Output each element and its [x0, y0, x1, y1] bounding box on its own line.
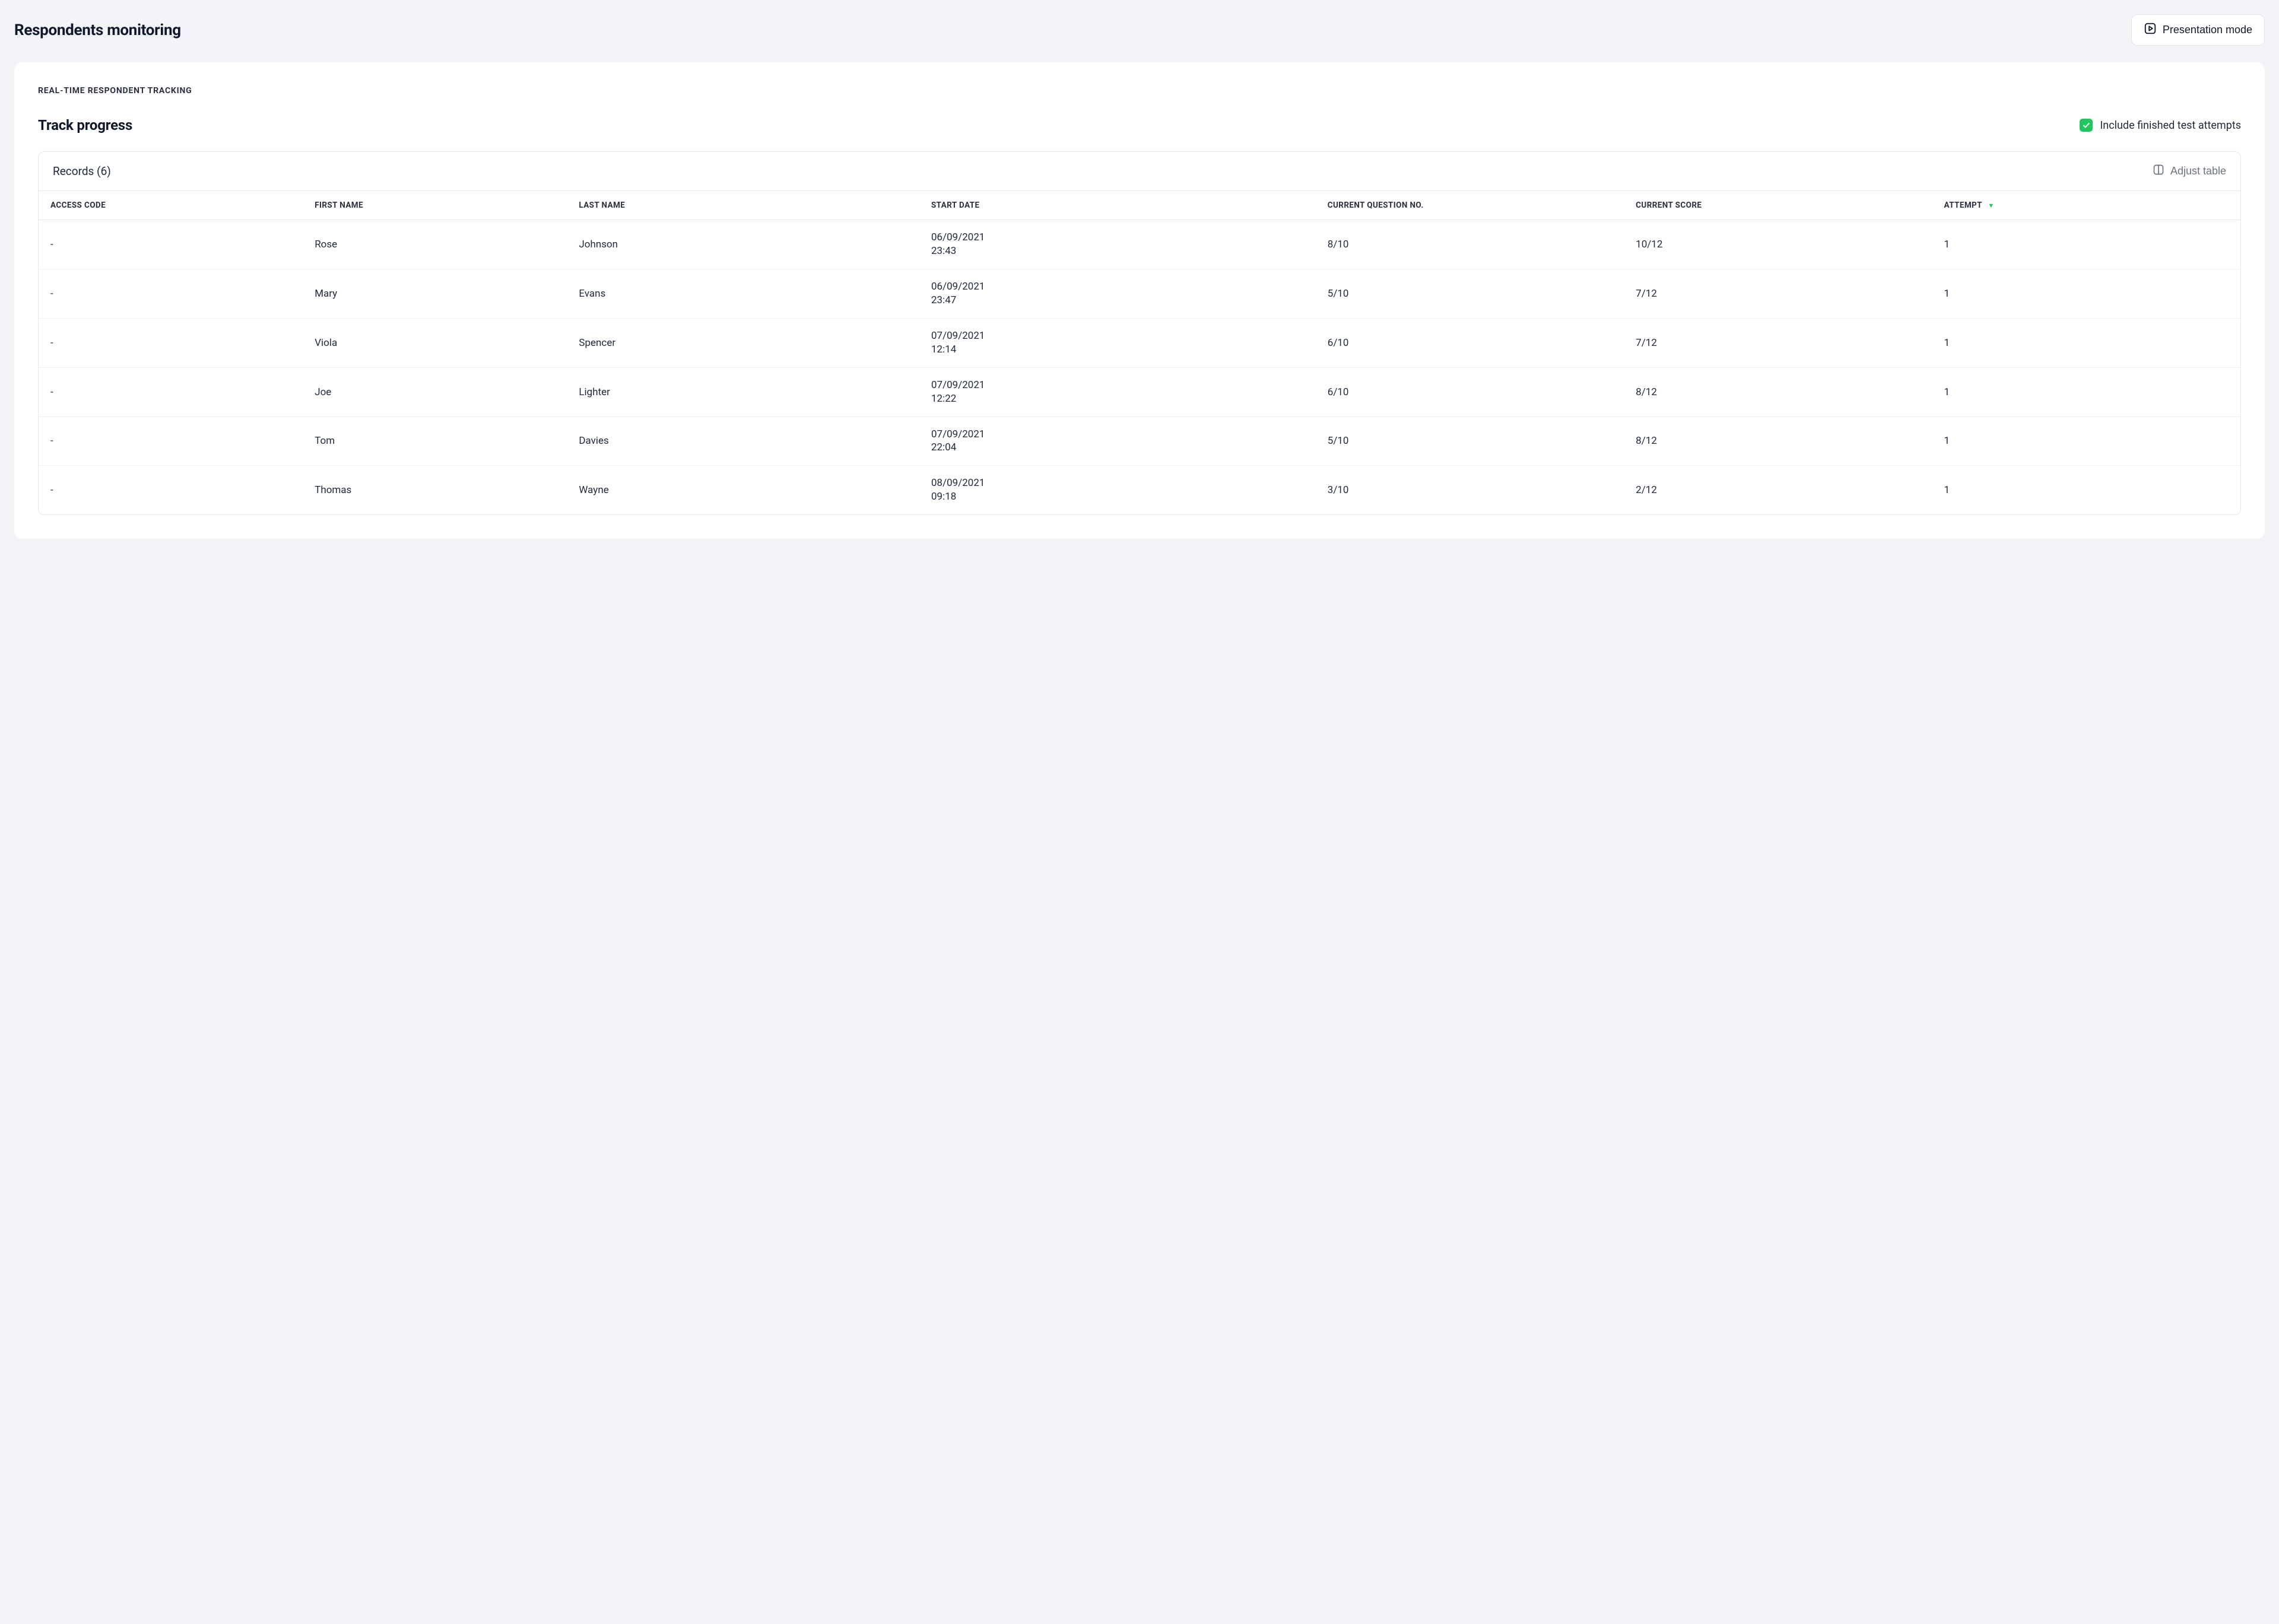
col-header-current-score[interactable]: CURRENT SCORE [1624, 191, 1932, 220]
cell-attempt: 1 [1932, 220, 2240, 269]
records-toolbar: Records (6) Adjust table [39, 152, 2240, 191]
cell-attempt: 1 [1932, 466, 2240, 514]
cell-current-score: 10/12 [1624, 220, 1932, 269]
cell-current-score: 2/12 [1624, 466, 1932, 514]
records-count: Records (6) [53, 164, 111, 178]
adjust-table-label: Adjust table [2170, 165, 2226, 177]
col-header-label: START DATE [931, 201, 980, 210]
tracking-card: REAL-TIME RESPONDENT TRACKING Track prog… [14, 62, 2265, 539]
adjust-table-button[interactable]: Adjust table [2153, 164, 2226, 179]
cell-current-question: 6/10 [1316, 318, 1624, 367]
col-header-current-question[interactable]: CURRENT QUESTION NO. [1316, 191, 1624, 220]
cell-last-name: Wayne [567, 466, 919, 514]
cell-attempt: 1 [1932, 269, 2240, 318]
col-header-label: CURRENT SCORE [1636, 201, 1702, 210]
cell-last-name: Johnson [567, 220, 919, 269]
table-row[interactable]: -MaryEvans06/09/2021 23:475/107/121 [39, 269, 2240, 318]
page-header: Respondents monitoring Presentation mode [14, 14, 2265, 46]
col-header-access-code[interactable]: ACCESS CODE [39, 191, 303, 220]
cell-current-score: 7/12 [1624, 318, 1932, 367]
cell-last-name: Davies [567, 417, 919, 466]
cell-start-date: 07/09/2021 22:04 [919, 417, 1316, 466]
col-header-first-name[interactable]: FIRST NAME [303, 191, 567, 220]
cell-current-score: 8/12 [1624, 367, 1932, 417]
cell-first-name: Thomas [303, 466, 567, 514]
col-header-label: ACCESS CODE [50, 201, 106, 210]
cell-current-score: 7/12 [1624, 269, 1932, 318]
respondents-table: ACCESS CODE FIRST NAME LAST NAME START D… [39, 191, 2240, 514]
table-row[interactable]: -ViolaSpencer07/09/2021 12:146/107/121 [39, 318, 2240, 367]
cell-current-score: 8/12 [1624, 417, 1932, 466]
cell-first-name: Rose [303, 220, 567, 269]
cell-start-date: 08/09/2021 09:18 [919, 466, 1316, 514]
tracking-eyebrow: REAL-TIME RESPONDENT TRACKING [38, 86, 2241, 96]
checkbox-checked-icon [2080, 119, 2093, 132]
cell-access-code: - [39, 269, 303, 318]
play-circle-icon [2144, 22, 2157, 38]
cell-access-code: - [39, 417, 303, 466]
cell-access-code: - [39, 466, 303, 514]
columns-icon [2153, 164, 2164, 179]
table-row[interactable]: -ThomasWayne08/09/2021 09:183/102/121 [39, 466, 2240, 514]
cell-access-code: - [39, 318, 303, 367]
cell-current-question: 5/10 [1316, 269, 1624, 318]
cell-attempt: 1 [1932, 318, 2240, 367]
col-header-attempt[interactable]: ATTEMPT ▼ [1932, 191, 2240, 220]
col-header-last-name[interactable]: LAST NAME [567, 191, 919, 220]
col-header-start-date[interactable]: START DATE [919, 191, 1316, 220]
cell-last-name: Spencer [567, 318, 919, 367]
cell-last-name: Lighter [567, 367, 919, 417]
cell-first-name: Viola [303, 318, 567, 367]
col-header-label: LAST NAME [579, 201, 625, 210]
cell-first-name: Mary [303, 269, 567, 318]
include-finished-toggle[interactable]: Include finished test attempts [2080, 119, 2241, 132]
cell-start-date: 07/09/2021 12:22 [919, 367, 1316, 417]
cell-first-name: Joe [303, 367, 567, 417]
cell-access-code: - [39, 367, 303, 417]
cell-start-date: 07/09/2021 12:14 [919, 318, 1316, 367]
cell-current-question: 3/10 [1316, 466, 1624, 514]
presentation-mode-button[interactable]: Presentation mode [2131, 14, 2265, 46]
records-table-container: Records (6) Adjust table ACCESS CODE [38, 151, 2241, 515]
cell-current-question: 6/10 [1316, 367, 1624, 417]
table-row[interactable]: -TomDavies07/09/2021 22:045/108/121 [39, 417, 2240, 466]
cell-start-date: 06/09/2021 23:43 [919, 220, 1316, 269]
page-title: Respondents monitoring [14, 21, 181, 39]
col-header-label: ATTEMPT [1944, 201, 1982, 210]
sort-descending-icon: ▼ [1988, 202, 1994, 209]
presentation-mode-label: Presentation mode [2163, 24, 2252, 36]
cell-last-name: Evans [567, 269, 919, 318]
section-header-row: Track progress Include finished test att… [38, 117, 2241, 134]
cell-current-question: 5/10 [1316, 417, 1624, 466]
cell-current-question: 8/10 [1316, 220, 1624, 269]
col-header-label: CURRENT QUESTION NO. [1328, 201, 1424, 210]
table-row[interactable]: -JoeLighter07/09/2021 12:226/108/121 [39, 367, 2240, 417]
cell-attempt: 1 [1932, 367, 2240, 417]
cell-attempt: 1 [1932, 417, 2240, 466]
cell-start-date: 06/09/2021 23:47 [919, 269, 1316, 318]
include-finished-label: Include finished test attempts [2100, 119, 2241, 132]
col-header-label: FIRST NAME [315, 201, 363, 210]
table-row[interactable]: -RoseJohnson06/09/2021 23:438/1010/121 [39, 220, 2240, 269]
cell-first-name: Tom [303, 417, 567, 466]
cell-access-code: - [39, 220, 303, 269]
section-title: Track progress [38, 117, 132, 134]
